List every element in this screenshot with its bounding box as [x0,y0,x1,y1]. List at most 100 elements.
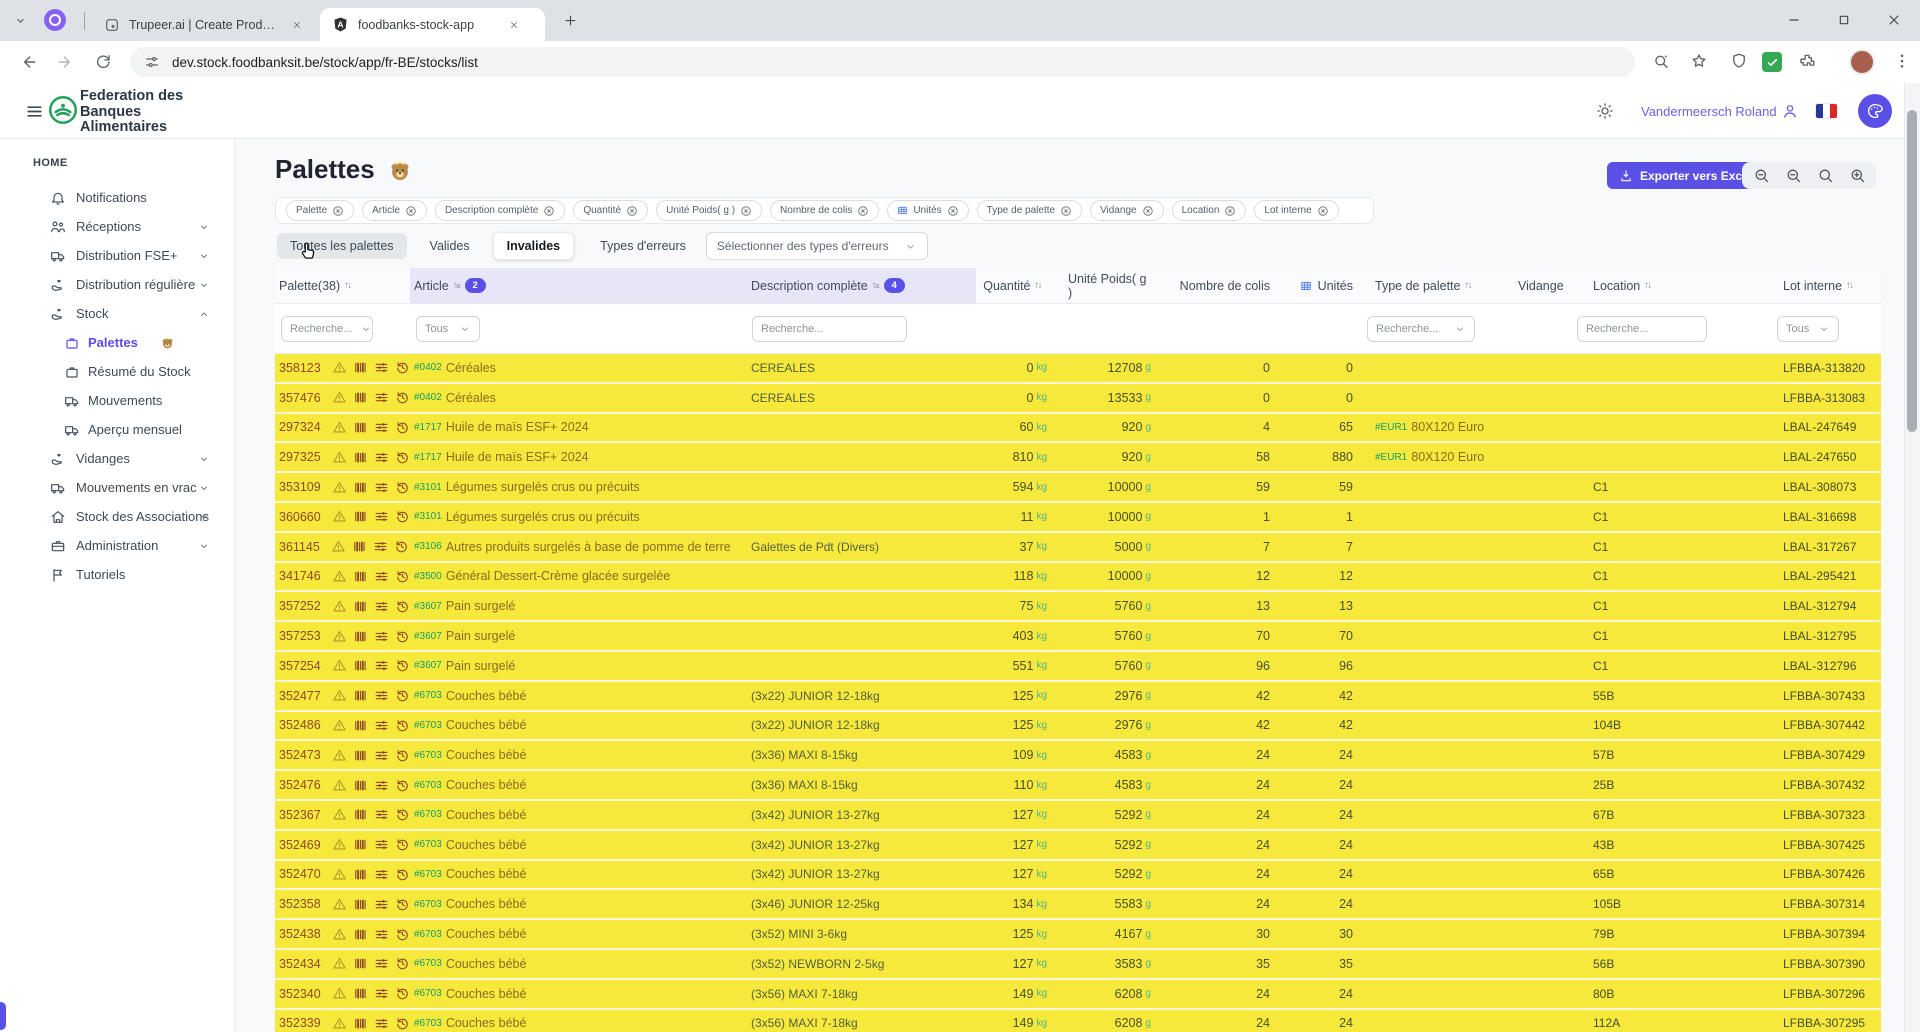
sliders-icon[interactable] [374,956,389,971]
column-header-nombre_colis[interactable]: Nombre de colis [1156,268,1281,303]
barcode-icon[interactable] [353,450,368,465]
history-icon[interactable] [395,360,410,375]
filter-chip-vidange[interactable]: Vidange [1090,200,1164,221]
table-row[interactable]: 297324#1717Huile de maïs ESF+ 202460kg92… [275,414,1881,444]
filter-combo-palette[interactable]: Recherche... [281,316,373,342]
table-row[interactable]: 352473#6703Couches bébé(3x36) MAXI 8-15k… [275,741,1881,771]
table-row[interactable]: 341746#3500Général Dessert-Crème glacée … [275,563,1881,593]
table-row[interactable]: 357252#3607Pain surgelé75kg5760g1313C1LB… [275,592,1881,622]
barcode-icon[interactable] [353,897,368,912]
sliders-icon[interactable] [374,629,389,644]
barcode-icon[interactable] [353,629,368,644]
history-icon[interactable] [395,718,410,733]
filter-chip-palette[interactable]: Palette [286,200,354,221]
warning-icon[interactable] [331,539,346,554]
view-tab-invalides[interactable]: Invalides [493,232,575,260]
barcode-icon[interactable] [353,867,368,882]
filter-chip-type-de-palette[interactable]: Type de palette [977,200,1082,221]
warning-icon[interactable] [332,629,347,644]
table-row[interactable]: 360660#3101Légumes surgelés crus ou préc… [275,503,1881,533]
browser-tab-trupeer[interactable]: Trupeer.ai | Create Product Vide [92,8,314,41]
filter-input-location[interactable] [1577,316,1707,342]
table-row[interactable]: 357253#3607Pain surgelé403kg5760g7070C1L… [275,622,1881,652]
barcode-icon[interactable] [353,778,368,793]
error-types-select[interactable]: Sélectionner des types d'erreurs [706,232,928,260]
table-row[interactable]: 352476#6703Couches bébé(3x36) MAXI 8-15k… [275,771,1881,801]
sliders-icon[interactable] [374,778,389,793]
sliders-icon[interactable] [374,390,389,405]
remove-chip-icon[interactable] [543,205,555,217]
sliders-icon[interactable] [374,569,389,584]
filter-chip-quantite[interactable]: Quantité [573,200,648,221]
filter-chip-unites[interactable]: Unités [887,200,968,221]
column-header-lot_interne[interactable]: Lot interne↑↓ [1771,268,1881,303]
warning-icon[interactable] [332,867,347,882]
history-icon[interactable] [395,480,410,495]
barcode-icon[interactable] [353,509,368,524]
extension-button-2[interactable] [1762,52,1782,72]
column-header-unite_poids[interactable]: Unité Poids( g ) [1056,268,1156,303]
sliders-icon[interactable] [374,509,389,524]
warning-icon[interactable] [332,390,347,405]
extension-button-1[interactable] [1730,52,1748,70]
sidebar-item-stock[interactable]: Stock [0,299,234,328]
remove-chip-icon[interactable] [947,205,959,217]
floating-handle[interactable] [0,1002,6,1030]
barcode-icon[interactable] [353,718,368,733]
warning-icon[interactable] [332,360,347,375]
table-row[interactable]: 352434#6703Couches bébé(3x52) NEWBORN 2-… [275,950,1881,980]
filter-input-description[interactable] [752,316,907,342]
browser-profile-avatar[interactable] [1849,49,1875,75]
warning-icon[interactable] [332,1016,347,1031]
warning-icon[interactable] [332,897,347,912]
barcode-icon[interactable] [353,480,368,495]
history-icon[interactable] [395,450,410,465]
table-row[interactable]: 358123#0402CéréalesCEREALES0kg12708g00LF… [275,354,1881,384]
sidebar-item-vidanges[interactable]: Vidanges [0,444,234,473]
barcode-icon[interactable] [353,658,368,673]
bookmark-button[interactable] [1690,52,1708,70]
reload-button[interactable] [94,52,112,70]
sliders-icon[interactable] [374,837,389,852]
sliders-icon[interactable] [374,360,389,375]
barcode-icon[interactable] [353,1016,368,1031]
history-icon[interactable] [395,420,410,435]
filter-chip-article[interactable]: Article [362,200,427,221]
barcode-icon[interactable] [353,986,368,1001]
sidebar-item-mouvements-en-vrac[interactable]: Mouvements en vrac [0,473,234,502]
filter-chip-nombre-de-colis[interactable]: Nombre de colis [770,200,879,221]
sidebar-item-distribution-fse[interactable]: Distribution FSE+ [0,241,234,270]
remove-chip-icon[interactable] [740,205,752,217]
warning-icon[interactable] [332,837,347,852]
warning-icon[interactable] [332,599,347,614]
history-icon[interactable] [395,569,410,584]
sliders-icon[interactable] [374,718,389,733]
forward-button[interactable] [56,52,76,72]
sliders-icon[interactable] [374,748,389,763]
history-icon[interactable] [395,778,410,793]
window-close-button[interactable] [1886,12,1902,28]
sliders-icon[interactable] [373,539,388,554]
table-row[interactable]: 353109#3101Légumes surgelés crus ou préc… [275,473,1881,503]
history-icon[interactable] [395,688,410,703]
sliders-icon[interactable] [374,1016,389,1031]
table-row[interactable]: 352340#6703Couches bébé(3x56) MAXI 7-18k… [275,980,1881,1010]
theme-toggle-button[interactable] [1596,102,1614,120]
history-icon[interactable] [395,986,410,1001]
history-icon[interactable] [395,509,410,524]
sliders-icon[interactable] [374,897,389,912]
window-minimize-button[interactable] [1786,12,1802,28]
history-icon[interactable] [395,629,410,644]
history-icon[interactable] [395,867,410,882]
url-text[interactable]: dev.stock.foodbanksit.be/stock/app/fr-BE… [172,55,478,70]
search-button[interactable] [1812,165,1838,187]
history-icon[interactable] [395,390,410,405]
table-row[interactable]: 352367#6703Couches bébé(3x42) JUNIOR 13-… [275,801,1881,831]
sliders-icon[interactable] [374,986,389,1001]
warning-icon[interactable] [332,986,347,1001]
warning-icon[interactable] [332,569,347,584]
history-icon[interactable] [395,807,410,822]
history-icon[interactable] [395,927,410,942]
warning-icon[interactable] [332,480,347,495]
app-profile-button[interactable] [1858,94,1892,128]
